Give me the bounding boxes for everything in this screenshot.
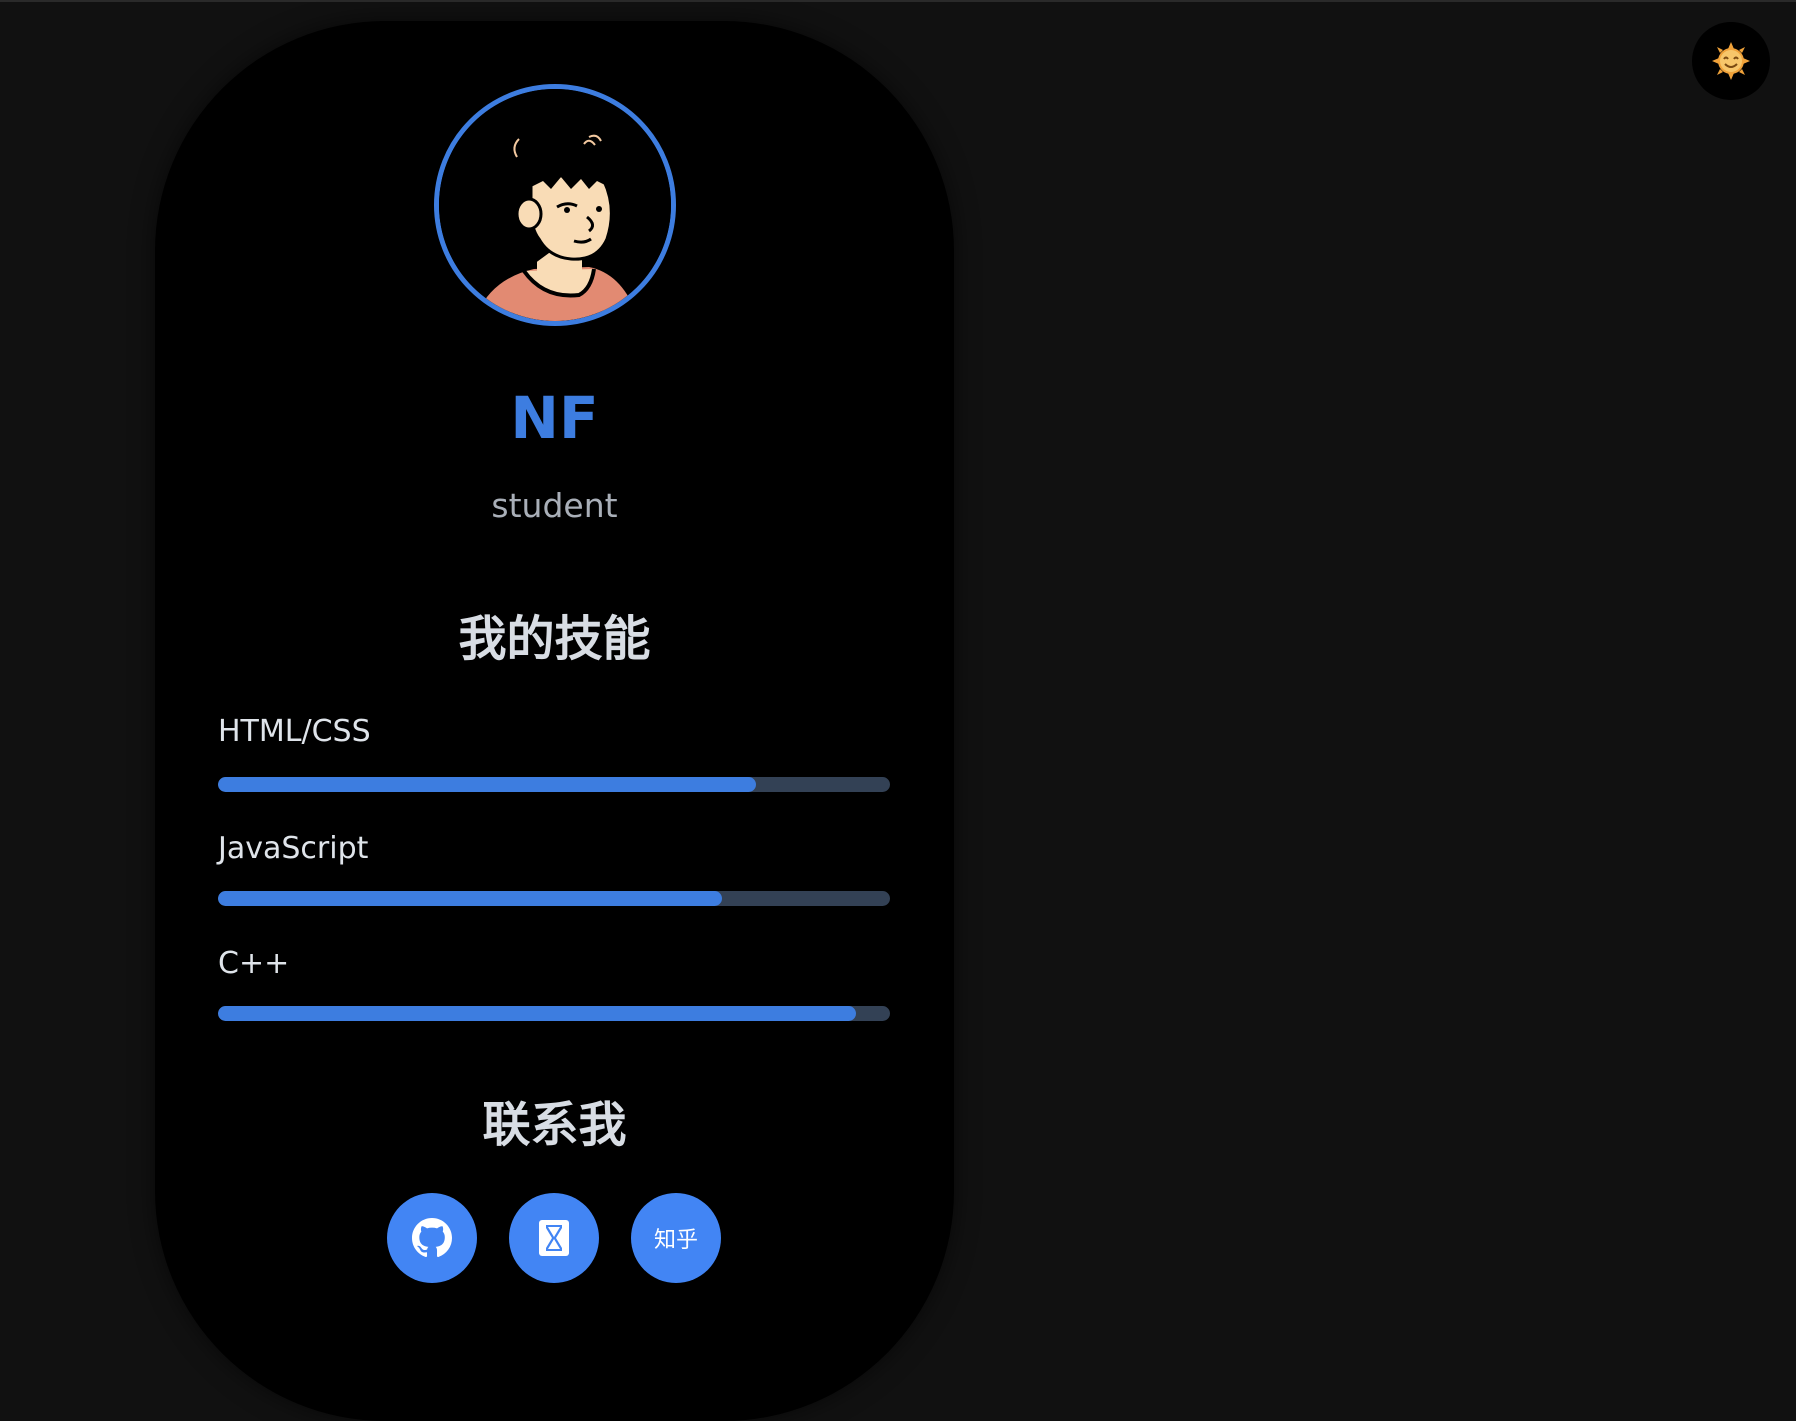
top-border bbox=[0, 0, 1796, 2]
theme-toggle-button[interactable] bbox=[1692, 22, 1770, 100]
profile-role: student bbox=[491, 486, 618, 525]
skills-title: 我的技能 bbox=[458, 611, 651, 667]
skill-bar-javascript bbox=[218, 891, 890, 906]
skill-bar-fill bbox=[218, 891, 722, 906]
skill-label-javascript: JavaScript bbox=[218, 831, 369, 866]
skill-bar-cpp bbox=[218, 1006, 890, 1021]
avatar bbox=[434, 84, 676, 326]
skill-label-html-css: HTML/CSS bbox=[218, 714, 371, 749]
profile-name: NF bbox=[510, 384, 599, 452]
github-link-button[interactable] bbox=[387, 1193, 477, 1283]
skill-label-cpp: C++ bbox=[218, 946, 290, 981]
contact-title: 联系我 bbox=[482, 1097, 627, 1153]
csdn-link-button[interactable] bbox=[509, 1193, 599, 1283]
hourglass-icon bbox=[539, 1220, 569, 1256]
sun-icon bbox=[1712, 42, 1750, 80]
skill-bar-html-css bbox=[218, 777, 890, 792]
zhihu-label: 知乎 bbox=[653, 1228, 698, 1253]
zhihu-link-button[interactable]: 知乎 bbox=[631, 1193, 721, 1283]
github-icon bbox=[412, 1218, 452, 1258]
skill-bar-fill bbox=[218, 777, 756, 792]
skill-bar-fill bbox=[218, 1006, 857, 1021]
girl-avatar-icon bbox=[439, 89, 671, 321]
